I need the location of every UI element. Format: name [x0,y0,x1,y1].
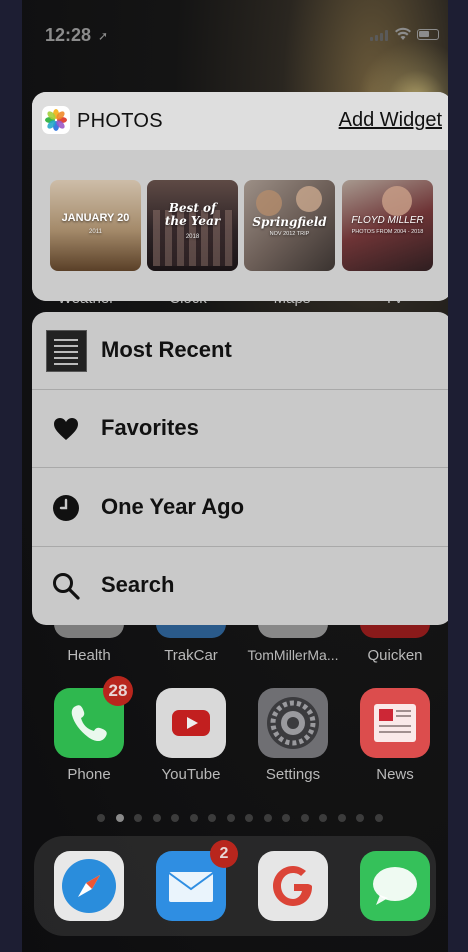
settings-app-icon[interactable] [258,688,328,758]
page-dot[interactable] [152,814,161,822]
status-bar: 12:28 ➚ [22,20,448,50]
widget-header: PHOTOS Add Widget [32,92,448,150]
menu-item-search[interactable]: Search [32,547,448,625]
page-dot[interactable] [337,814,346,822]
add-widget-button[interactable]: Add Widget [339,109,442,132]
memory-title: Best of the Year [164,201,221,228]
app-label-tommillerma[interactable]: TomMillerMa... [243,647,343,663]
photos-widget[interactable]: PHOTOS Add Widget JANUARY 20 2011 Best o… [32,92,448,301]
menu-item-label: Search [101,572,175,597]
page-dot[interactable] [245,814,253,822]
youtube-play-icon [172,710,210,736]
page-dot[interactable] [300,814,309,822]
menu-item-one-year-ago[interactable]: One Year Ago [32,469,448,547]
memory-card[interactable]: FLOYD MILLER PHOTOS FROM 2004 - 2018 [342,180,433,271]
page-dot[interactable] [226,814,235,822]
home-screen: 12:28 ➚ Weather Clock Maps TV Health Tra… [22,0,448,952]
recent-thumbnail [46,330,87,372]
memory-title: Springfield [252,215,327,229]
app-row-2-labels: Health TrakCar TomMillerMa... Quicken [22,647,448,667]
app-row-3-labels: Phone YouTube Settings News [22,766,448,786]
quick-actions-menu: Most Recent Favorites One Year Ago Searc… [32,312,448,625]
page-dot[interactable] [134,814,142,822]
phone-badge: 28 [103,676,133,706]
app-label-health[interactable]: Health [39,647,139,664]
page-dot[interactable] [356,814,364,822]
google-app-icon[interactable] [258,851,328,921]
page-dot[interactable] [171,814,179,822]
page-dot[interactable] [97,814,105,822]
app-label-news[interactable]: News [345,766,445,783]
page-dot[interactable] [282,814,290,822]
status-time: 12:28 [45,25,92,45]
menu-item-label: One Year Ago [101,494,245,519]
dock: 2 [34,836,436,936]
app-label-settings[interactable]: Settings [243,766,343,783]
memory-subtitle: 2018 [185,234,200,240]
memory-card[interactable]: Springfield NOV 2012 TRIP [244,180,335,271]
clock-icon [53,495,79,521]
page-dot[interactable] [208,814,216,822]
memory-title: FLOYD MILLER [351,215,424,226]
battery-icon [417,29,439,40]
menu-item-label: Most Recent [101,337,232,362]
gear-icon [267,697,319,749]
app-label-quicken[interactable]: Quicken [345,647,445,664]
speech-bubble-icon [373,867,417,905]
memory-subtitle: PHOTOS FROM 2004 - 2018 [351,229,424,235]
wifi-icon [395,27,411,40]
menu-item-label: Favorites [101,415,199,440]
widget-title: PHOTOS [77,110,163,132]
app-label-phone[interactable]: Phone [39,766,139,783]
memory-subtitle: 2011 [89,229,102,235]
page-dot[interactable] [319,814,327,822]
menu-item-most-recent[interactable]: Most Recent [32,312,448,390]
mail-badge: 2 [210,840,238,868]
memory-subtitle: NOV 2012 TRIP [269,231,310,237]
newspaper-icon [374,704,416,742]
heart-icon [54,418,78,440]
google-g-icon [273,866,312,906]
menu-item-favorites[interactable]: Favorites [32,390,448,468]
safari-app-icon[interactable] [54,851,124,921]
compass-icon [62,859,116,913]
memory-card[interactable]: JANUARY 20 2011 [50,180,141,271]
messages-app-icon[interactable] [360,851,430,921]
memory-title: JANUARY 20 [61,212,130,224]
cellular-signal-icon [370,29,390,41]
app-label-youtube[interactable]: YouTube [141,766,241,783]
page-dot[interactable] [189,814,198,822]
memory-card[interactable]: Best of the Year 2018 [147,180,238,271]
page-dot[interactable] [374,814,383,822]
page-dot[interactable] [263,814,272,822]
search-icon [53,573,80,600]
page-dot[interactable] [115,814,124,822]
youtube-app-icon[interactable] [156,688,226,758]
app-label-trakcar[interactable]: TrakCar [141,647,241,664]
location-arrow-icon: ➚ [98,29,109,43]
page-indicator[interactable] [97,814,387,824]
photos-app-icon [42,106,70,134]
news-app-icon[interactable] [360,688,430,758]
